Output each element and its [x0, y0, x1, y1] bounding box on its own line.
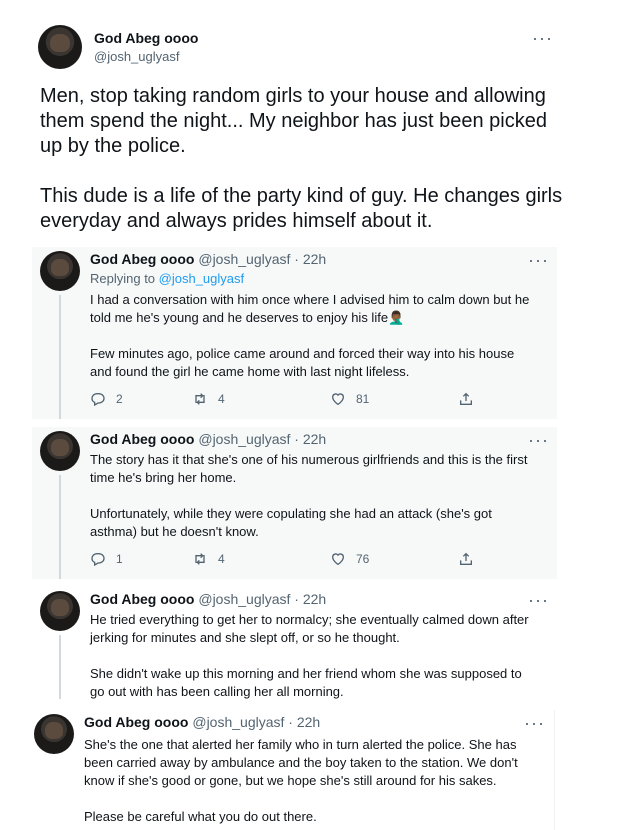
action-bar: 2 4 81 [90, 391, 480, 411]
timestamp[interactable]: 22h [297, 714, 320, 730]
heart-icon [331, 553, 345, 566]
author-name[interactable]: God Abeg oooo [90, 431, 194, 447]
reply-tweet[interactable]: God Abeg oooo @josh_uglyasf · 22h ··· Th… [32, 427, 557, 579]
reply-tweet[interactable]: God Abeg oooo @josh_uglyasf · 22h ··· Re… [32, 247, 557, 419]
thread-connector [59, 295, 61, 419]
separator-dot: · [294, 591, 299, 607]
retweet-button[interactable]: 4 [192, 551, 225, 567]
avatar[interactable] [40, 431, 80, 471]
reply-button[interactable]: 1 [90, 551, 123, 567]
share-button[interactable] [458, 391, 474, 407]
replying-prefix: Replying to [90, 271, 159, 286]
like-button[interactable]: 81 [330, 391, 369, 407]
separator-dot: · [294, 431, 299, 447]
author-handle[interactable]: @josh_uglyasf [198, 591, 290, 607]
share-button[interactable] [458, 551, 474, 567]
like-count: 76 [356, 552, 370, 566]
share-icon [460, 392, 472, 405]
reply-text: He tried everything to get her to normal… [90, 612, 529, 699]
like-button[interactable]: 76 [330, 551, 369, 567]
more-options-icon[interactable]: ··· [528, 591, 549, 609]
timestamp[interactable]: 22h [303, 591, 326, 607]
reply-text: I had a conversation with him once where… [90, 292, 530, 379]
separator-dot: · [294, 251, 299, 267]
retweet-count: 4 [218, 552, 225, 566]
avatar[interactable] [38, 25, 82, 69]
author-handle[interactable]: @josh_uglyasf [198, 431, 290, 447]
retweet-icon [195, 393, 205, 405]
reply-count: 1 [116, 552, 123, 566]
timestamp[interactable]: 22h [303, 251, 326, 267]
reply-header: God Abeg oooo @josh_uglyasf · 22h [90, 431, 326, 447]
retweet-count: 4 [218, 392, 225, 406]
reply-header: God Abeg oooo @josh_uglyasf · 22h [90, 251, 326, 267]
reply-icon [91, 553, 105, 567]
reply-icon [91, 393, 105, 407]
author-name[interactable]: God Abeg oooo [94, 30, 198, 46]
author-handle[interactable]: @josh_uglyasf [192, 714, 284, 730]
action-bar: 1 4 76 [90, 551, 480, 571]
tweet-text: Men, stop taking random girls to your ho… [40, 85, 563, 232]
timestamp[interactable]: 22h [303, 431, 326, 447]
reply-text: She's the one that alerted her family wh… [84, 737, 518, 824]
share-icon [460, 552, 472, 565]
author-name[interactable]: God Abeg oooo [90, 591, 194, 607]
reply-count: 2 [116, 392, 123, 406]
thread-connector [59, 635, 61, 699]
author-name[interactable]: God Abeg oooo [84, 714, 188, 730]
more-options-icon[interactable]: ··· [528, 251, 549, 269]
avatar[interactable] [34, 714, 74, 754]
author-handle[interactable]: @josh_uglyasf [94, 49, 179, 64]
reply-header: God Abeg oooo @josh_uglyasf · 22h [90, 591, 326, 607]
reply-header: God Abeg oooo @josh_uglyasf · 22h [84, 714, 320, 730]
more-options-icon[interactable]: ··· [528, 431, 549, 449]
replying-to: Replying to @josh_uglyasf [90, 271, 244, 286]
separator-dot: · [288, 714, 293, 730]
more-options-icon[interactable]: ··· [524, 714, 545, 732]
avatar[interactable] [40, 591, 80, 631]
reply-tweet[interactable]: God Abeg oooo @josh_uglyasf · 22h ··· He… [32, 587, 557, 699]
avatar[interactable] [40, 251, 80, 291]
replying-handle-link[interactable]: @josh_uglyasf [159, 271, 244, 286]
heart-icon [331, 393, 345, 406]
reply-text: The story has it that she's one of his n… [90, 452, 528, 539]
author-handle[interactable]: @josh_uglyasf [198, 251, 290, 267]
like-count: 81 [356, 392, 370, 406]
reply-button[interactable]: 2 [90, 391, 123, 407]
reply-tweet[interactable]: God Abeg oooo @josh_uglyasf · 22h ··· Sh… [26, 710, 555, 830]
retweet-button[interactable]: 4 [192, 391, 225, 407]
retweet-icon [195, 553, 205, 565]
thread-connector [59, 475, 61, 579]
more-options-icon[interactable]: ··· [532, 29, 553, 47]
author-name[interactable]: God Abeg oooo [90, 251, 194, 267]
